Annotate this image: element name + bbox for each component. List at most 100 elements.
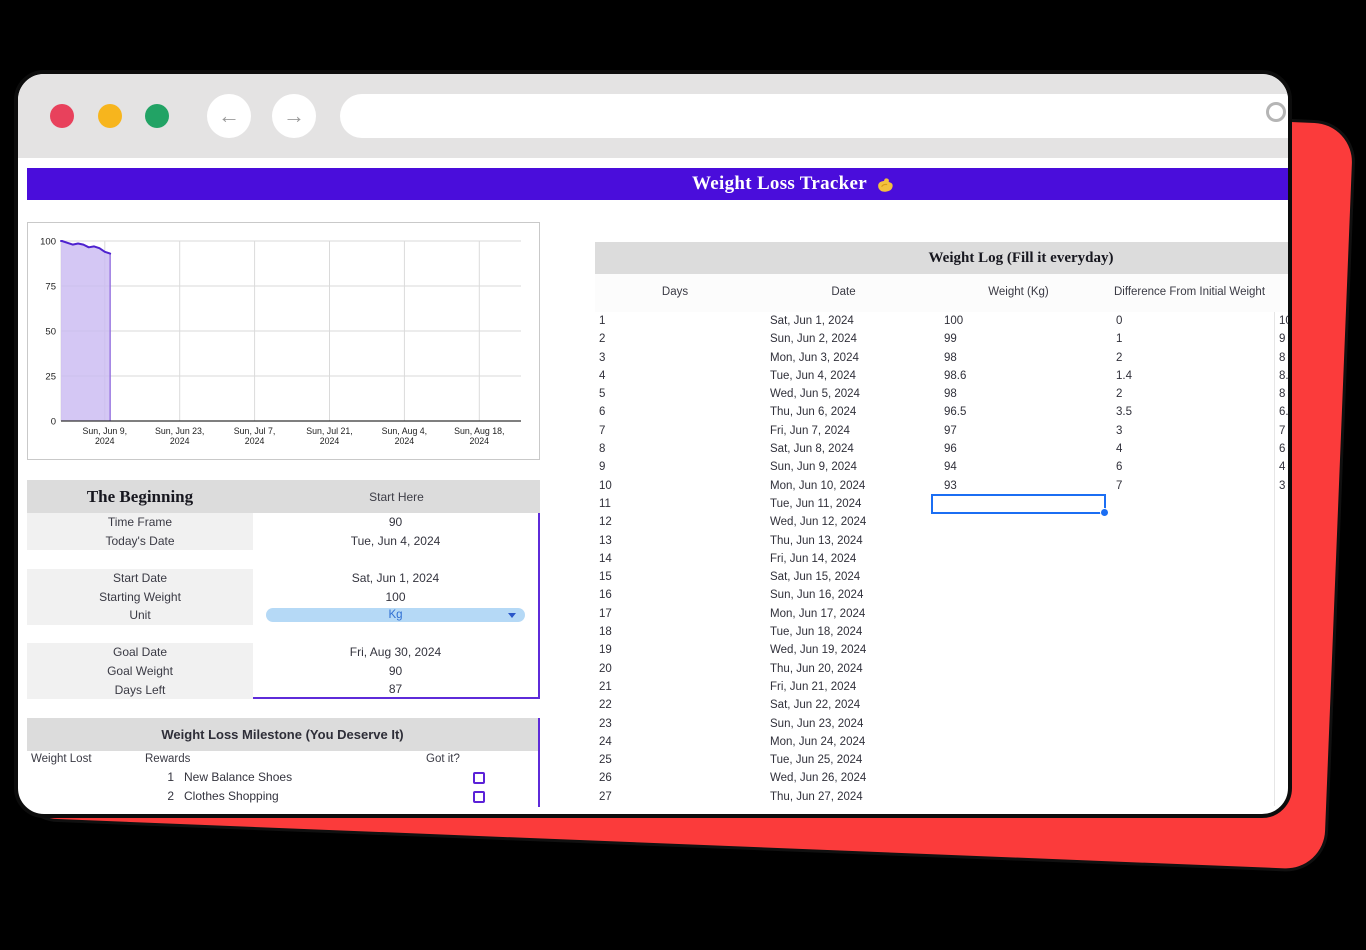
log-diff-cell[interactable] xyxy=(1105,715,1274,733)
log-day-cell[interactable]: 19 xyxy=(595,641,755,659)
back-button[interactable]: ← xyxy=(207,94,251,138)
log-diff-cell[interactable] xyxy=(1105,586,1274,604)
log-day-cell[interactable]: 25 xyxy=(595,751,755,769)
log-day-cell[interactable]: 8 xyxy=(595,440,755,458)
log-day-cell[interactable]: 26 xyxy=(595,769,755,787)
log-weight-left-cell[interactable] xyxy=(1274,641,1292,659)
log-date-cell[interactable]: Tue, Jun 25, 2024 xyxy=(755,751,932,769)
log-day-cell[interactable]: 18 xyxy=(595,623,755,641)
log-diff-cell[interactable] xyxy=(1105,696,1274,714)
log-weight-cell[interactable] xyxy=(932,678,1105,696)
log-diff-cell[interactable]: 2 xyxy=(1105,385,1274,403)
field-value-cell[interactable]: Tue, Jun 4, 2024 xyxy=(253,532,540,551)
log-day-cell[interactable]: 3 xyxy=(595,349,755,367)
log-date-cell[interactable]: Tue, Jun 4, 2024 xyxy=(755,367,932,385)
unit-dropdown[interactable]: Kg xyxy=(266,608,525,622)
log-weight-cell[interactable] xyxy=(932,751,1105,769)
field-value-cell[interactable]: 87 xyxy=(253,680,540,699)
log-day-cell[interactable]: 27 xyxy=(595,788,755,806)
log-weight-left-cell[interactable] xyxy=(1274,495,1292,513)
log-day-cell[interactable]: 21 xyxy=(595,678,755,696)
log-weight-left-cell[interactable] xyxy=(1274,623,1292,641)
log-weight-left-cell[interactable] xyxy=(1274,751,1292,769)
log-weight-left-cell[interactable] xyxy=(1274,586,1292,604)
log-date-cell[interactable]: Sat, Jun 22, 2024 xyxy=(755,696,932,714)
log-weight-cell[interactable] xyxy=(932,660,1105,678)
log-diff-cell[interactable] xyxy=(1105,678,1274,696)
log-diff-cell[interactable]: 3 xyxy=(1105,422,1274,440)
milestone-reward-cell[interactable]: Clothes Shopping xyxy=(177,789,457,808)
log-date-cell[interactable]: Thu, Jun 6, 2024 xyxy=(755,403,932,421)
log-diff-cell[interactable] xyxy=(1105,788,1274,806)
log-weight-left-cell[interactable] xyxy=(1274,678,1292,696)
log-weight-left-cell[interactable]: 6.5 xyxy=(1274,403,1292,421)
log-date-cell[interactable]: Thu, Jun 20, 2024 xyxy=(755,660,932,678)
maximize-window-button[interactable] xyxy=(145,104,169,128)
field-value-cell[interactable]: 90 xyxy=(253,513,540,532)
log-diff-cell[interactable] xyxy=(1105,532,1274,550)
log-weight-cell[interactable] xyxy=(932,586,1105,604)
log-diff-cell[interactable] xyxy=(1105,568,1274,586)
log-date-cell[interactable]: Sun, Jun 23, 2024 xyxy=(755,715,932,733)
log-day-cell[interactable]: 13 xyxy=(595,532,755,550)
field-value-cell[interactable]: Fri, Aug 30, 2024 xyxy=(253,643,540,662)
log-date-cell[interactable]: Thu, Jun 27, 2024 xyxy=(755,788,932,806)
log-date-cell[interactable]: Mon, Jun 10, 2024 xyxy=(755,477,932,495)
log-date-cell[interactable]: Sat, Jun 1, 2024 xyxy=(755,312,932,330)
log-day-cell[interactable]: 4 xyxy=(595,367,755,385)
log-day-cell[interactable]: 5 xyxy=(595,385,755,403)
log-weight-left-cell[interactable] xyxy=(1274,605,1292,623)
log-weight-cell[interactable]: 94 xyxy=(932,458,1105,476)
milestone-reward-cell[interactable]: New Balance Shoes xyxy=(177,770,457,789)
log-weight-cell[interactable] xyxy=(932,696,1105,714)
log-date-cell[interactable]: Fri, Jun 21, 2024 xyxy=(755,678,932,696)
minimize-window-button[interactable] xyxy=(98,104,122,128)
log-weight-cell[interactable] xyxy=(932,550,1105,568)
log-date-cell[interactable]: Sun, Jun 16, 2024 xyxy=(755,586,932,604)
log-weight-left-cell[interactable] xyxy=(1274,550,1292,568)
field-value-cell[interactable]: Sat, Jun 1, 2024 xyxy=(253,569,540,588)
log-date-cell[interactable]: Fri, Jun 14, 2024 xyxy=(755,550,932,568)
log-date-cell[interactable]: Mon, Jun 3, 2024 xyxy=(755,349,932,367)
log-weight-left-cell[interactable] xyxy=(1274,660,1292,678)
got-it-checkbox[interactable] xyxy=(473,791,485,803)
milestone-number-cell[interactable]: 1 xyxy=(27,770,177,789)
log-weight-left-cell[interactable] xyxy=(1274,769,1292,787)
log-weight-left-cell[interactable] xyxy=(1274,532,1292,550)
log-weight-cell[interactable] xyxy=(932,623,1105,641)
log-weight-cell[interactable] xyxy=(932,568,1105,586)
log-date-cell[interactable]: Fri, Jun 7, 2024 xyxy=(755,422,932,440)
log-date-cell[interactable]: Wed, Jun 26, 2024 xyxy=(755,769,932,787)
log-weight-cell[interactable] xyxy=(932,788,1105,806)
log-weight-left-cell[interactable]: 8.6 xyxy=(1274,367,1292,385)
log-diff-cell[interactable]: 0 xyxy=(1105,312,1274,330)
log-weight-cell[interactable] xyxy=(932,715,1105,733)
log-weight-cell[interactable]: 98 xyxy=(932,385,1105,403)
log-date-cell[interactable]: Wed, Jun 19, 2024 xyxy=(755,641,932,659)
log-weight-left-cell[interactable] xyxy=(1274,715,1292,733)
log-diff-cell[interactable] xyxy=(1105,751,1274,769)
log-weight-left-cell[interactable] xyxy=(1274,696,1292,714)
log-date-cell[interactable]: Sun, Jun 2, 2024 xyxy=(755,330,932,348)
log-weight-cell[interactable]: 93 xyxy=(932,477,1105,495)
log-weight-left-cell[interactable]: 7 xyxy=(1274,422,1292,440)
log-diff-cell[interactable]: 2 xyxy=(1105,349,1274,367)
log-weight-cell[interactable] xyxy=(932,769,1105,787)
log-weight-cell[interactable] xyxy=(932,605,1105,623)
forward-button[interactable]: → xyxy=(272,94,316,138)
log-diff-cell[interactable] xyxy=(1105,623,1274,641)
log-diff-cell[interactable]: 3.5 xyxy=(1105,403,1274,421)
log-weight-left-cell[interactable] xyxy=(1274,568,1292,586)
log-date-cell[interactable]: Wed, Jun 5, 2024 xyxy=(755,385,932,403)
log-diff-cell[interactable] xyxy=(1105,769,1274,787)
field-value-cell[interactable]: 100 xyxy=(253,587,540,606)
log-diff-cell[interactable] xyxy=(1105,513,1274,531)
log-day-cell[interactable]: 2 xyxy=(595,330,755,348)
log-weight-left-cell[interactable]: 6 xyxy=(1274,440,1292,458)
log-diff-cell[interactable] xyxy=(1105,641,1274,659)
log-weight-cell[interactable]: 96 xyxy=(932,440,1105,458)
log-date-cell[interactable]: Mon, Jun 17, 2024 xyxy=(755,605,932,623)
log-date-cell[interactable]: Tue, Jun 11, 2024 xyxy=(755,495,932,513)
log-day-cell[interactable]: 17 xyxy=(595,605,755,623)
log-weight-left-cell[interactable]: 8 xyxy=(1274,349,1292,367)
